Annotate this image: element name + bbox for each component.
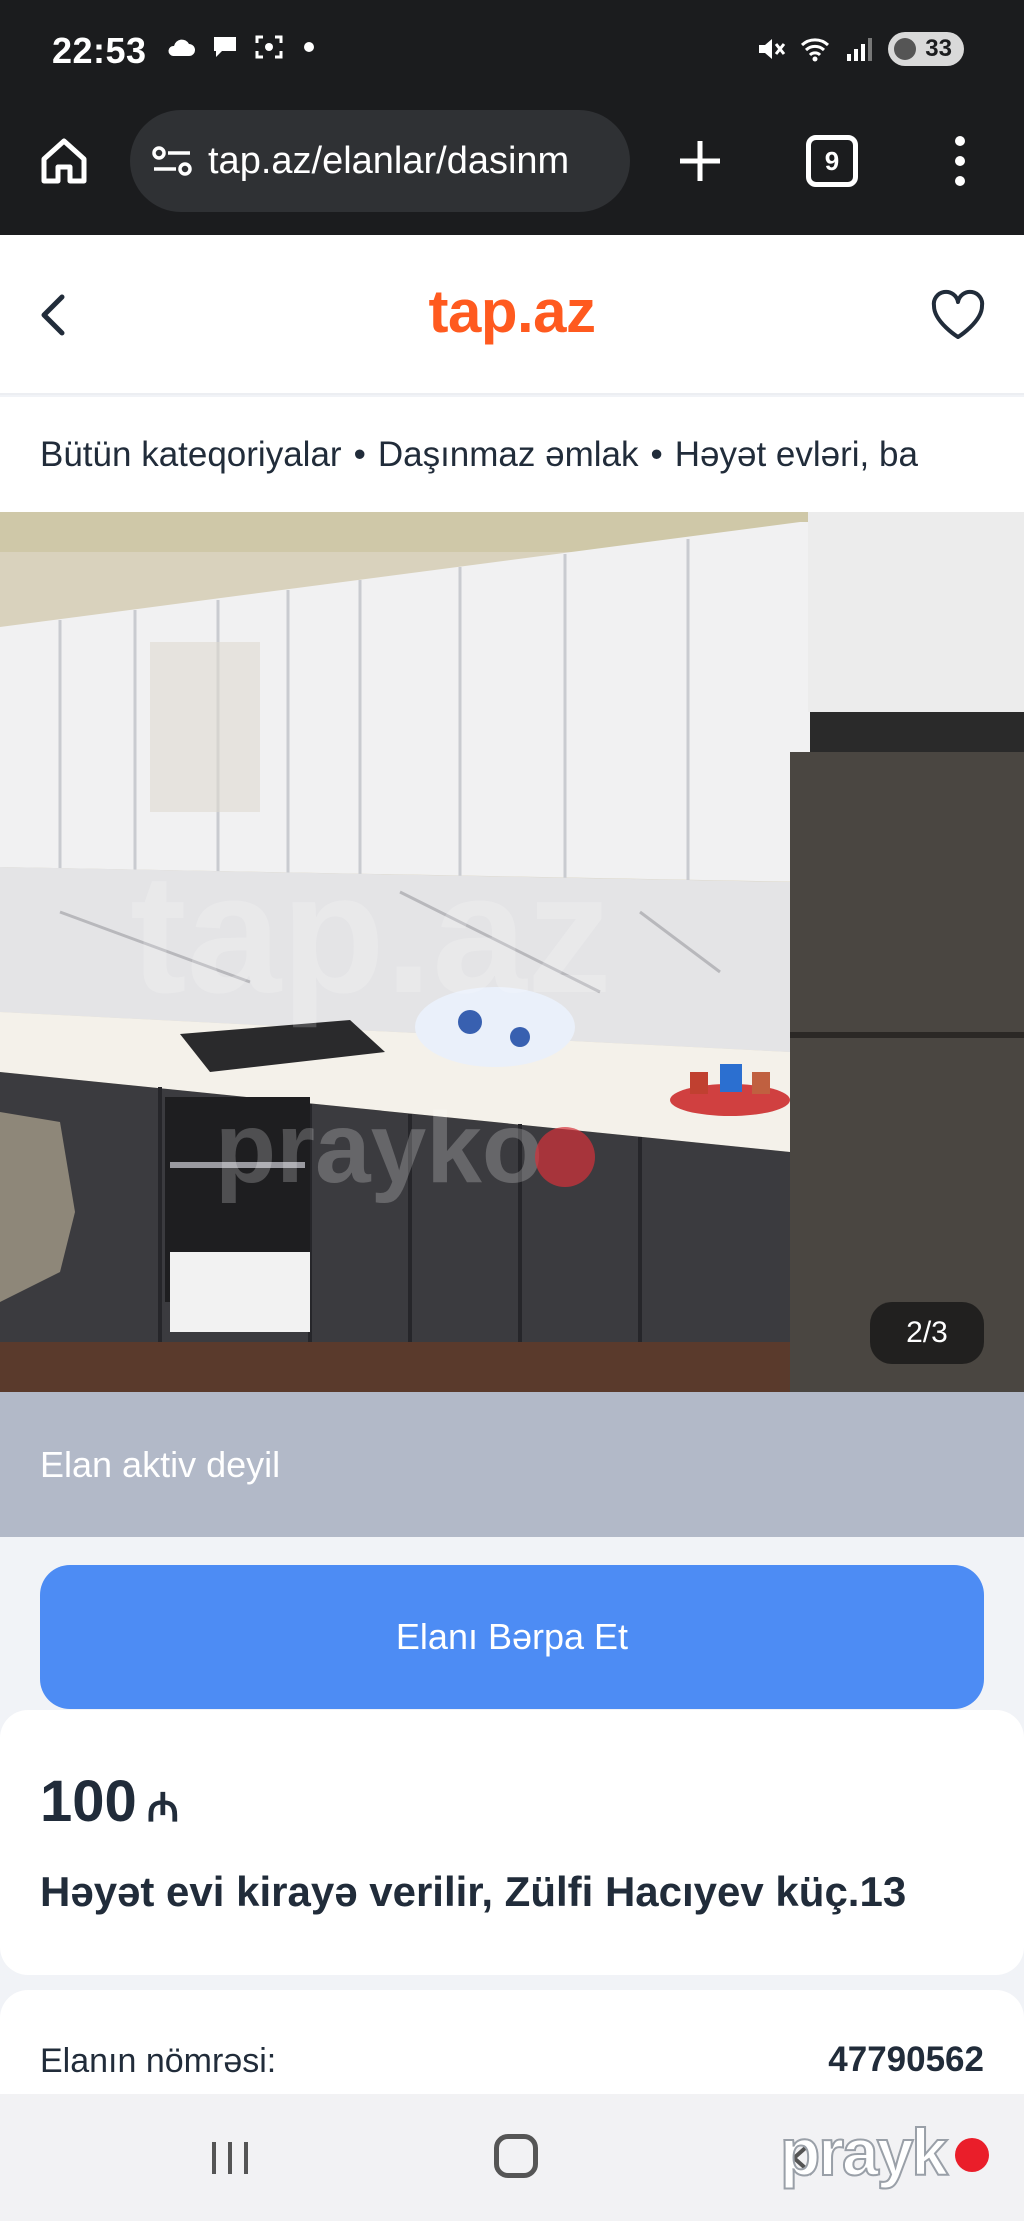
breadcrumb-separator: • bbox=[353, 435, 366, 474]
recents-icon[interactable] bbox=[208, 2138, 252, 2178]
chat-icon bbox=[214, 37, 236, 57]
breadcrumb-item-real-estate[interactable]: Daşınmaz əmlak bbox=[378, 435, 639, 474]
restore-ad-button[interactable]: Elanı Bərpa Et bbox=[40, 1565, 984, 1709]
status-icons-right: 33 bbox=[756, 32, 964, 66]
site-logo[interactable]: tap.az bbox=[0, 277, 1024, 346]
status-time: 22:53 bbox=[52, 30, 147, 71]
currency-symbol: ₼ bbox=[146, 1786, 180, 1830]
photo-counter: 2/3 bbox=[870, 1302, 984, 1364]
cloud-icon bbox=[168, 39, 195, 56]
more-vert-icon[interactable] bbox=[948, 133, 972, 189]
watermark-dot bbox=[535, 1127, 595, 1187]
battery-icon: 33 bbox=[888, 32, 964, 66]
status-icons-left bbox=[166, 34, 314, 60]
price: 100 ₼ bbox=[40, 1768, 179, 1835]
inactive-status-banner: Elan aktiv deyil bbox=[0, 1392, 1024, 1537]
plus-icon[interactable] bbox=[672, 133, 728, 189]
brand-watermark-dot bbox=[955, 2138, 989, 2172]
signal-icon bbox=[847, 38, 872, 61]
address-bar[interactable]: tap.az/elanlar/dasinm bbox=[130, 110, 630, 212]
ad-title: Həyət evi kirayə verilir, Zülfi Hacıyev … bbox=[40, 1868, 907, 1915]
breadcrumb-item-houses[interactable]: Həyət evləri, ba bbox=[675, 435, 918, 474]
prayko-watermark: prayko bbox=[215, 1092, 543, 1204]
brand-watermark: prayk bbox=[779, 2114, 949, 2190]
restore-section: Elanı Bərpa Et bbox=[0, 1537, 1024, 1709]
kitchen-photo-image: tap.az prayko bbox=[0, 512, 1024, 1392]
screenshot-icon bbox=[255, 35, 283, 59]
tabs-icon[interactable]: 9 bbox=[806, 135, 858, 187]
tapaz-watermark: tap.az bbox=[130, 839, 612, 1029]
home-icon[interactable] bbox=[36, 133, 92, 189]
browser-toolbar: tap.az/elanlar/dasinm 9 bbox=[0, 105, 1024, 235]
site-settings-icon[interactable] bbox=[150, 141, 194, 181]
heart-icon[interactable] bbox=[926, 285, 990, 345]
breadcrumb-item-all-categories[interactable]: Bütün kateqoriyalar bbox=[40, 435, 342, 474]
dot-icon bbox=[304, 42, 314, 52]
home-nav-icon[interactable] bbox=[494, 2134, 538, 2178]
price-card: 100 ₼ Həyət evi kirayə verilir, Zülfi Hac… bbox=[0, 1710, 1024, 1975]
url-text[interactable]: tap.az/elanlar/dasinm bbox=[208, 140, 608, 183]
wifi-icon bbox=[800, 38, 830, 62]
breadcrumb: Bütün kateqoriyalar • Daşınmaz əmlak • Həyət… bbox=[0, 397, 1024, 512]
details-card: Elanın nömrəsi: 47790562 bbox=[0, 1990, 1024, 2110]
mute-icon bbox=[759, 39, 786, 59]
ad-number-value: 47790562 bbox=[828, 2040, 984, 2079]
price-value: 100 bbox=[40, 1769, 137, 1834]
listing-photo[interactable]: tap.az prayko 2/3 bbox=[0, 512, 1024, 1392]
breadcrumb-separator: • bbox=[650, 435, 663, 474]
site-header: tap.az bbox=[0, 235, 1024, 395]
status-bar: 22:53 33 bbox=[0, 0, 1024, 105]
ad-number-label: Elanın nömrəsi: bbox=[40, 2042, 277, 2080]
